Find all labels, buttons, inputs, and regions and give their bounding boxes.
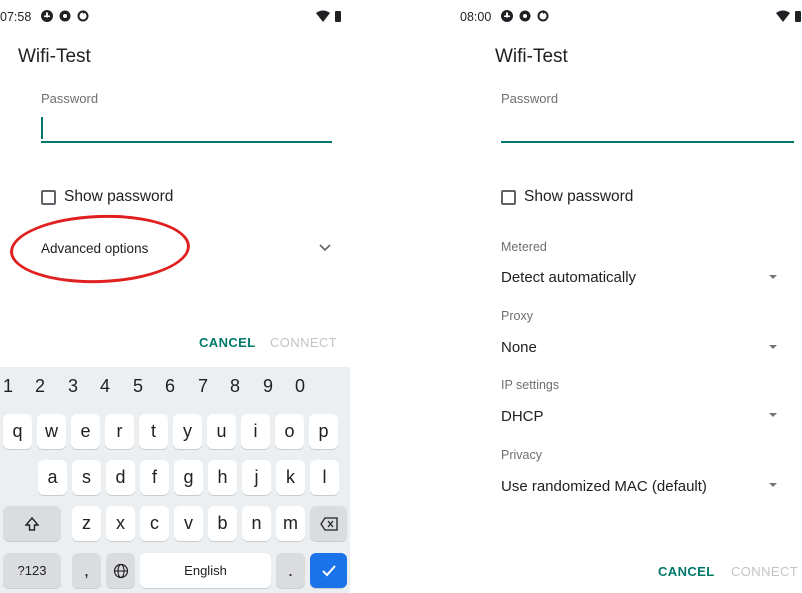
proxy-dropdown[interactable]: None (501, 339, 537, 356)
wifi-icon (316, 10, 330, 22)
key-z[interactable]: z (72, 506, 101, 541)
key-7[interactable]: 7 (188, 376, 218, 397)
globe-icon (113, 563, 128, 578)
dialog-title: Wifi-Test (495, 46, 568, 67)
chevron-down-icon[interactable] (319, 244, 331, 252)
key-a[interactable]: a (38, 460, 67, 495)
key-5[interactable]: 5 (123, 376, 153, 397)
key-b[interactable]: b (208, 506, 237, 541)
language-key[interactable] (106, 553, 135, 588)
key-r[interactable]: r (105, 414, 134, 449)
key-x[interactable]: x (106, 506, 135, 541)
key-i[interactable]: i (241, 414, 270, 449)
app-notification-icon (501, 10, 513, 22)
backspace-key[interactable] (310, 506, 347, 541)
key-8[interactable]: 8 (220, 376, 250, 397)
password-label: Password (501, 91, 559, 106)
key-k[interactable]: k (276, 460, 305, 495)
privacy-label: Privacy (501, 448, 542, 462)
key-g[interactable]: g (174, 460, 203, 495)
period-key[interactable]: . (276, 553, 305, 588)
key-6[interactable]: 6 (155, 376, 185, 397)
key-f[interactable]: f (140, 460, 169, 495)
show-password-label[interactable]: Show password (524, 188, 633, 206)
battery-icon (335, 11, 341, 22)
key-t[interactable]: t (139, 414, 168, 449)
status-bar: 08:00 (460, 0, 802, 30)
shift-icon (24, 516, 40, 531)
space-key[interactable]: English (140, 553, 271, 588)
key-4[interactable]: 4 (90, 376, 120, 397)
key-0[interactable]: 0 (285, 376, 315, 397)
key-q[interactable]: q (3, 414, 32, 449)
left-screen: 07:58 Wifi-Test Password Show password A… (0, 0, 350, 593)
show-password-label[interactable]: Show password (64, 188, 173, 206)
key-u[interactable]: u (207, 414, 236, 449)
show-password-checkbox[interactable] (41, 190, 56, 205)
dropdown-arrow-icon[interactable] (769, 483, 777, 487)
key-w[interactable]: w (37, 414, 66, 449)
status-bar: 07:58 (0, 0, 350, 30)
dropdown-arrow-icon[interactable] (769, 413, 777, 417)
symbols-key[interactable]: ?123 (3, 553, 61, 588)
key-j[interactable]: j (242, 460, 271, 495)
password-label: Password (41, 91, 99, 106)
connect-button[interactable]: CONNECT (270, 335, 337, 350)
sync-icon (77, 10, 89, 22)
key-h[interactable]: h (208, 460, 237, 495)
connect-button[interactable]: CONNECT (731, 564, 798, 579)
key-n[interactable]: n (242, 506, 271, 541)
metered-dropdown[interactable]: Detect automatically (501, 269, 636, 286)
gear-icon (59, 10, 71, 22)
key-y[interactable]: y (173, 414, 202, 449)
sync-icon (537, 10, 549, 22)
ip-settings-label: IP settings (501, 378, 560, 392)
dropdown-arrow-icon[interactable] (769, 345, 777, 349)
text-cursor (41, 117, 43, 139)
comma-key[interactable]: , (72, 553, 101, 588)
key-o[interactable]: o (275, 414, 304, 449)
key-v[interactable]: v (174, 506, 203, 541)
shift-key[interactable] (3, 506, 61, 541)
wifi-icon (776, 10, 790, 22)
backspace-icon (319, 516, 338, 531)
checkmark-icon (321, 564, 336, 576)
right-screen: 08:00 Wifi-Test Password Show password M… (460, 0, 802, 593)
key-9[interactable]: 9 (253, 376, 283, 397)
show-password-checkbox[interactable] (501, 190, 516, 205)
key-e[interactable]: e (71, 414, 100, 449)
key-s[interactable]: s (72, 460, 101, 495)
key-3[interactable]: 3 (58, 376, 88, 397)
status-time: 07:58 (0, 10, 32, 24)
gear-icon (519, 10, 531, 22)
key-c[interactable]: c (140, 506, 169, 541)
dropdown-arrow-icon[interactable] (769, 275, 777, 279)
cancel-button[interactable]: CANCEL (199, 335, 256, 350)
enter-key[interactable] (310, 553, 347, 588)
annotation-ellipse (8, 211, 192, 287)
key-m[interactable]: m (276, 506, 305, 541)
status-time: 08:00 (460, 10, 492, 24)
key-p[interactable]: p (309, 414, 338, 449)
password-input[interactable] (501, 141, 794, 143)
dialog-title: Wifi-Test (18, 46, 91, 67)
key-1[interactable]: 1 (0, 376, 23, 397)
key-2[interactable]: 2 (25, 376, 55, 397)
key-d[interactable]: d (106, 460, 135, 495)
soft-keyboard: 1 2 3 4 5 6 7 8 9 0 q w e r t y u i o p … (0, 367, 350, 593)
battery-icon (795, 11, 801, 22)
app-notification-icon (41, 10, 53, 22)
cancel-button[interactable]: CANCEL (658, 564, 715, 579)
metered-label: Metered (501, 240, 547, 254)
ip-settings-dropdown[interactable]: DHCP (501, 408, 544, 425)
password-input[interactable] (41, 141, 332, 143)
proxy-label: Proxy (501, 309, 533, 323)
key-l[interactable]: l (310, 460, 339, 495)
privacy-dropdown[interactable]: Use randomized MAC (default) (501, 478, 707, 495)
